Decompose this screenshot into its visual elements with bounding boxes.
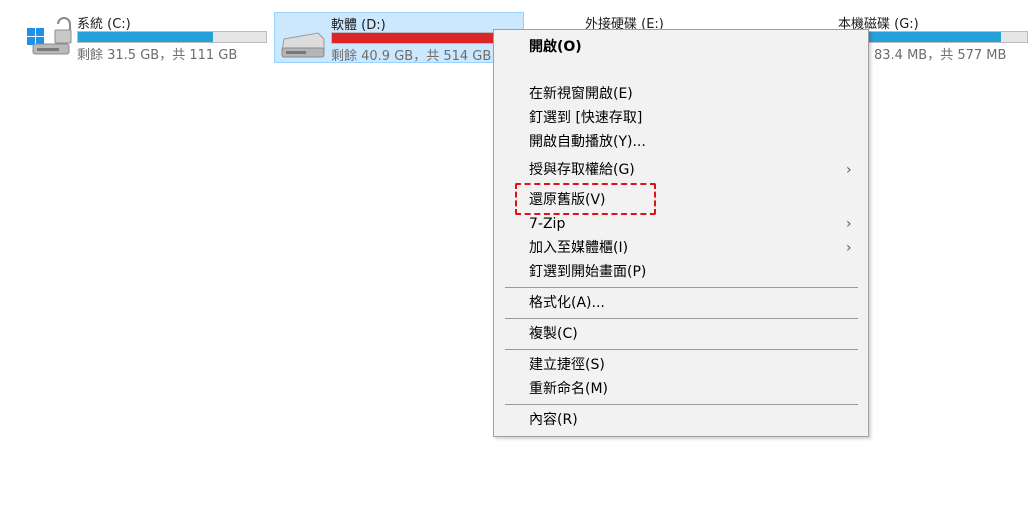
menu-item-rename[interactable]: 重新命名(M) — [529, 380, 608, 398]
drive-c-usage-bar — [77, 31, 267, 43]
menu-separator — [505, 349, 858, 350]
menu-item-7zip[interactable]: 7-Zip — [529, 215, 565, 233]
explorer-drives-view: 系統 (C:) 剩餘 31.5 GB，共 111 GB 軟體 (D:) 剩餘 4… — [0, 0, 1034, 507]
drive-d-name: 軟體 (D:) — [331, 18, 386, 33]
menu-item-format[interactable]: 格式化(A)... — [529, 294, 605, 312]
drive-c-tile[interactable]: 系統 (C:) 剩餘 31.5 GB，共 111 GB — [22, 12, 272, 63]
drive-c-name: 系統 (C:) — [77, 17, 131, 32]
menu-item-open-new-window[interactable]: 在新視窗開啟(E) — [529, 85, 633, 103]
menu-item-open-autoplay[interactable]: 開啟自動播放(Y)... — [529, 133, 646, 151]
give-access-submenu-arrow-icon: › — [846, 162, 852, 178]
menu-item-properties[interactable]: 內容(R) — [529, 411, 578, 429]
drive-d-usage-fill — [332, 33, 505, 43]
menu-separator — [505, 318, 858, 319]
drive-c-usage-fill — [78, 32, 214, 42]
library-submenu-arrow-icon: › — [846, 240, 852, 256]
menu-item-pin-quick-access[interactable]: 釘選到 [快速存取] — [529, 109, 642, 127]
drive-d-tile[interactable]: 軟體 (D:) 剩餘 40.9 GB，共 514 GB — [274, 12, 524, 64]
windows-system-drive-icon — [27, 17, 72, 55]
menu-item-copy[interactable]: 複製(C) — [529, 325, 578, 343]
drive-g-free-space: 83.4 MB，共 577 MB — [874, 48, 1007, 63]
menu-item-restore-previous-versions[interactable]: 還原舊版(V) — [529, 191, 606, 209]
menu-item-pin-start[interactable]: 釘選到開始畫面(P) — [529, 263, 646, 281]
drive-c-free-space: 剩餘 31.5 GB，共 111 GB — [77, 48, 238, 63]
menu-item-add-to-library[interactable]: 加入至媒體櫃(I) — [529, 239, 628, 257]
drive-d-free-space: 剩餘 40.9 GB，共 514 GB — [331, 49, 492, 64]
hard-drive-icon — [281, 32, 325, 58]
menu-separator — [505, 404, 858, 405]
context-menu: 開啟(O) 在新視窗開啟(E) 釘選到 [快速存取] 開啟自動播放(Y)... … — [493, 29, 869, 437]
menu-item-create-shortcut[interactable]: 建立捷徑(S) — [529, 356, 605, 374]
menu-item-open[interactable]: 開啟(O) — [529, 38, 582, 56]
menu-separator — [505, 287, 858, 288]
7zip-submenu-arrow-icon: › — [846, 216, 852, 232]
menu-item-give-access[interactable]: 授與存取權給(G) — [529, 161, 635, 179]
